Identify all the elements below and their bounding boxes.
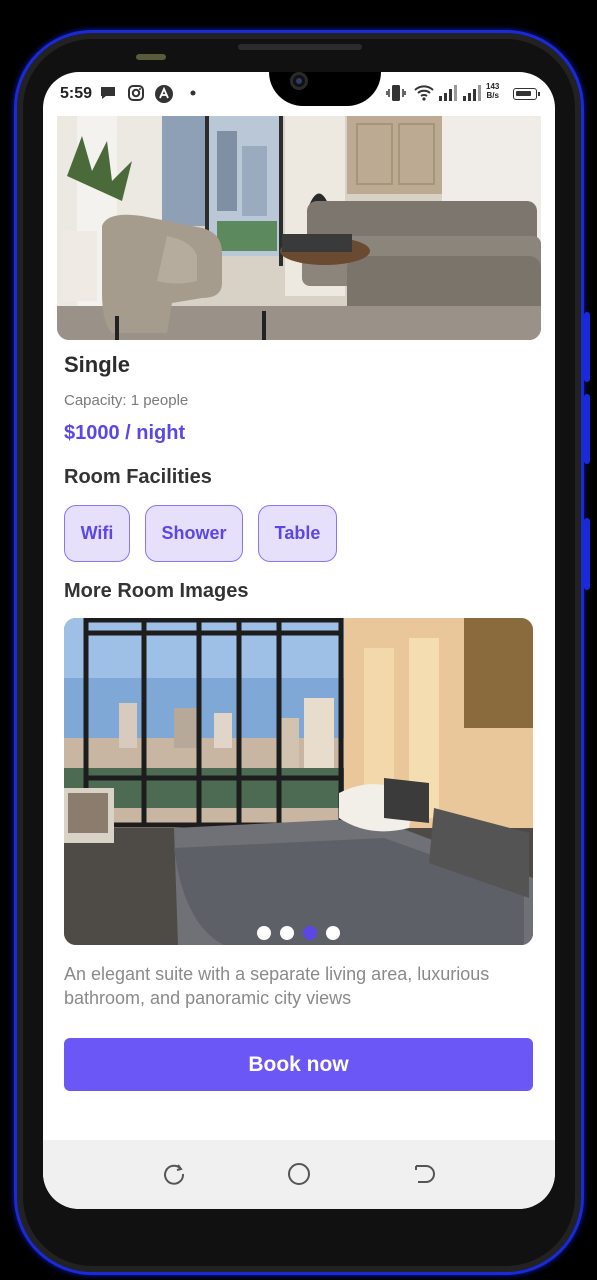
room-title: Single [64,352,131,377]
room-image-carousel[interactable] [64,618,533,945]
vibrate-icon [386,84,406,107]
chat-bubble-icon [99,84,117,107]
app-a-icon [154,84,174,109]
dot-icon [189,86,197,105]
facility-chip-wifi[interactable]: Wifi [64,505,130,562]
network-speed-unit: B/s [486,91,499,100]
system-navigation-bar [43,1140,555,1209]
carousel-dot-1[interactable] [257,926,271,940]
facility-chip-table[interactable]: Table [258,505,337,562]
facility-chip-shower[interactable]: Shower [145,505,243,562]
room-main-image [57,116,541,340]
room-capacity: Capacity: 1 people [64,392,189,409]
room-description: An elegant suite with a separate living … [64,964,490,1008]
carousel-dot-4[interactable] [326,926,340,940]
battery-icon [513,88,540,100]
proximity-sensor [136,54,166,60]
facilities-heading: Room Facilities [64,466,212,488]
recents-icon[interactable] [162,1162,186,1186]
status-time: 5:59 [60,85,93,102]
home-icon[interactable] [287,1162,311,1186]
instagram-icon [127,84,145,107]
front-camera [290,72,308,90]
signal-icon [438,84,458,107]
back-icon[interactable] [412,1162,436,1186]
volume-down-button [584,394,590,464]
camera-notch [269,72,381,106]
earpiece-speaker [238,44,362,50]
carousel-dot-2[interactable] [280,926,294,940]
signal-icon-2 [462,84,482,107]
power-button [584,518,590,590]
volume-up-button [584,312,590,382]
room-detail-content[interactable]: Single Capacity: 1 people $1000 / night … [43,116,555,1140]
wifi-icon [414,84,434,107]
phone-screen: 5:59 143 B/s Single Capacity: 1 people $… [43,72,555,1209]
network-speed-value: 143 [486,82,500,91]
room-price: $1000 / night [64,422,186,444]
carousel-dot-3-active[interactable] [303,926,317,940]
network-speed: 143 B/s [486,82,499,100]
more-images-heading: More Room Images [64,580,249,602]
book-now-button[interactable]: Book now [64,1038,533,1091]
